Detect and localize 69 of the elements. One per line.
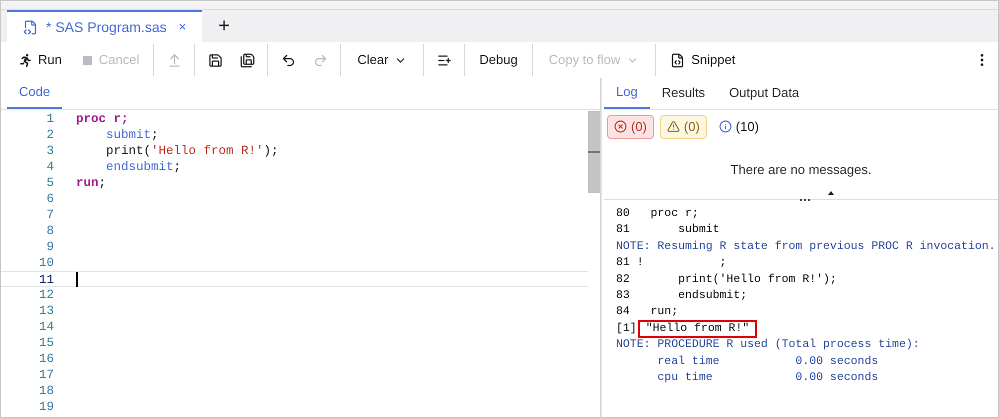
stop-icon bbox=[82, 54, 93, 66]
line-number: 4 bbox=[45, 159, 55, 175]
line-number: 8 bbox=[45, 223, 55, 239]
scrollbar-thumb[interactable] bbox=[588, 111, 600, 193]
line-number: 15 bbox=[38, 335, 55, 351]
error-icon bbox=[614, 120, 627, 133]
line-number: 11 bbox=[38, 272, 55, 286]
runner-icon bbox=[19, 54, 32, 66]
line-number: 3 bbox=[45, 143, 55, 159]
info-filter-button[interactable]: (10) bbox=[712, 114, 765, 138]
undo-icon bbox=[280, 52, 296, 68]
info-icon bbox=[718, 120, 732, 133]
new-tab-button[interactable]: + bbox=[202, 10, 246, 42]
text-cursor bbox=[76, 272, 78, 287]
line-number: 14 bbox=[38, 319, 55, 335]
line-number: 17 bbox=[38, 367, 55, 383]
code-text: endsubmit; bbox=[105, 159, 182, 175]
output-tab[interactable]: Results bbox=[650, 77, 718, 109]
log-note: NOTE: Resuming R state from previous PROC R invocation. bbox=[616, 238, 997, 255]
log-note: real time 0.00 seconds bbox=[656, 354, 880, 370]
line-number: 13 bbox=[38, 303, 55, 319]
log-line: [1] bbox=[616, 321, 637, 338]
line-number: 9 bbox=[45, 239, 55, 255]
file-code-icon bbox=[670, 52, 686, 68]
line-number: 5 bbox=[45, 175, 55, 191]
log-line: 81 ! ; bbox=[616, 255, 728, 272]
line-number: 18 bbox=[38, 383, 55, 399]
resize-handle-icon[interactable] bbox=[800, 199, 810, 202]
highlighted-output: "Hello from R!" bbox=[638, 320, 758, 338]
log-line: 84 run; bbox=[616, 304, 680, 320]
list-plus-icon bbox=[436, 52, 452, 68]
code-text: run; bbox=[76, 175, 106, 191]
close-tab-button[interactable]: × bbox=[178, 17, 186, 37]
line-number: 2 bbox=[45, 127, 55, 143]
line-number: 7 bbox=[45, 207, 55, 223]
tab-title: * SAS Program.sas bbox=[46, 18, 167, 37]
error-filter-button[interactable]: (0) bbox=[607, 114, 654, 138]
file-tab[interactable]: * SAS Program.sas × bbox=[7, 10, 202, 42]
output-tab[interactable]: Log bbox=[604, 77, 650, 109]
log-line: 82 print('Hello from R!'); bbox=[616, 272, 838, 288]
dropdown-button[interactable]: Clear bbox=[345, 44, 420, 76]
save-all-icon bbox=[240, 52, 255, 68]
empty-messages-text: There are no messages. bbox=[730, 160, 872, 179]
line-number: 19 bbox=[38, 399, 55, 415]
line-number: 1 bbox=[45, 111, 55, 127]
redo-icon bbox=[312, 52, 328, 68]
output-tab[interactable]: Output Data bbox=[717, 77, 812, 109]
log-note: NOTE: PROCEDURE R used (Total process time): bbox=[616, 337, 921, 354]
code-text: submit; bbox=[105, 127, 159, 143]
toolbar-button[interactable]: Run bbox=[9, 44, 72, 76]
upload-icon bbox=[166, 52, 182, 68]
line-number: 12 bbox=[38, 287, 55, 303]
program-file-icon bbox=[23, 20, 38, 34]
code-text: proc r; bbox=[76, 111, 129, 127]
collapse-up-icon[interactable] bbox=[828, 191, 834, 195]
code-text: print('Hello from R!'); bbox=[105, 143, 279, 159]
toolbar-button[interactable]: Snippet bbox=[660, 44, 746, 76]
log-note: cpu time 0.00 seconds bbox=[656, 370, 880, 386]
code-tab[interactable]: Code bbox=[7, 77, 62, 109]
warning-icon bbox=[666, 120, 680, 133]
log-line: 80 proc r; bbox=[616, 206, 700, 222]
line-number: 16 bbox=[38, 351, 55, 367]
warning-filter-button[interactable]: (0) bbox=[660, 114, 707, 138]
save-icon bbox=[208, 52, 223, 68]
line-number: 6 bbox=[45, 191, 55, 207]
log-line: 83 endsubmit; bbox=[616, 288, 748, 304]
log-line: 81 submit bbox=[616, 222, 721, 238]
debug-button[interactable]: Debug bbox=[469, 44, 528, 76]
line-number: 10 bbox=[38, 255, 55, 271]
